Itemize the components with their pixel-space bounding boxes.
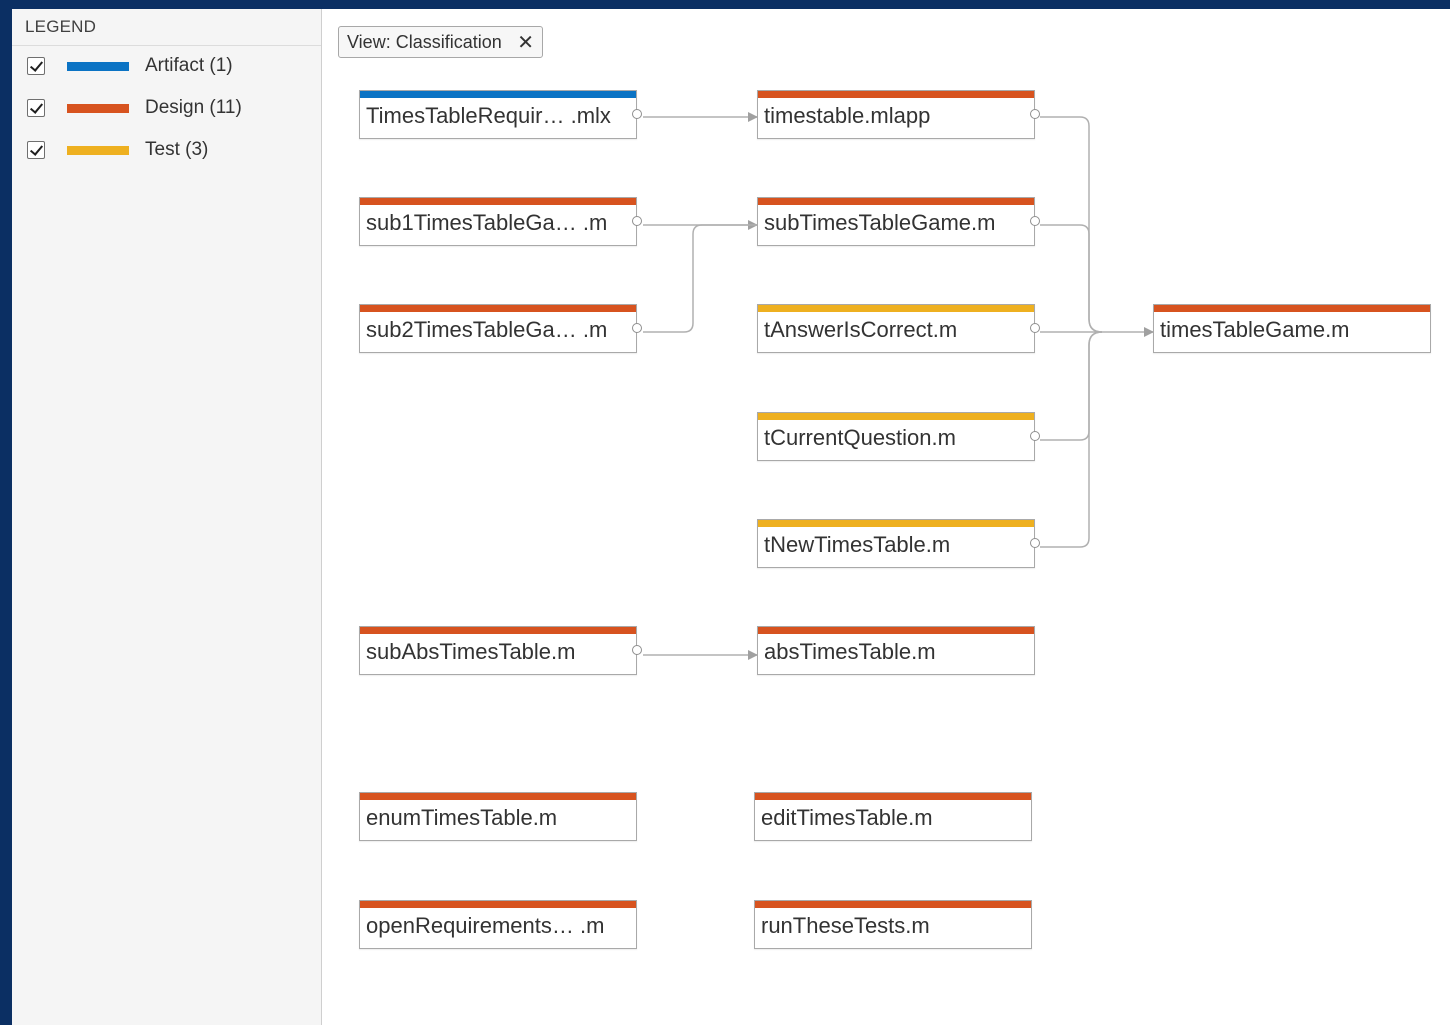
node-label: subTimesTableGame.m — [764, 210, 996, 235]
node-subabstimestable[interactable]: subAbsTimesTable.m — [359, 626, 642, 675]
test-class-bar — [758, 520, 1034, 527]
design-class-bar — [360, 793, 636, 800]
node-sub1timestablegame[interactable]: sub1TimesTableGa… .m — [359, 197, 642, 246]
output-port-icon[interactable] — [1030, 431, 1040, 441]
node-label: TimesTableRequir… .mlx — [366, 103, 611, 128]
output-port-icon[interactable] — [632, 645, 642, 655]
node-abstimestable[interactable]: absTimesTable.m — [757, 626, 1035, 675]
output-port-icon[interactable] — [632, 216, 642, 226]
node-tcurrentquestion[interactable]: tCurrentQuestion.m — [757, 412, 1040, 461]
design-class-bar — [360, 198, 636, 205]
node-runthesetests[interactable]: runTheseTests.m — [754, 900, 1032, 949]
dependency-graph-window: LEGEND Artifact (1) Design (11) Test (3)… — [12, 9, 1450, 1025]
node-label: tAnswerIsCorrect.m — [764, 317, 958, 342]
design-class-bar — [360, 901, 636, 908]
node-sub2timestablegame[interactable]: sub2TimesTableGa… .m — [359, 304, 642, 353]
design-class-bar — [758, 627, 1034, 634]
design-class-bar — [755, 793, 1031, 800]
edge-current-to-game — [1040, 331, 1103, 441]
node-label: editTimesTable.m — [761, 805, 933, 830]
node-label: tCurrentQuestion.m — [764, 425, 956, 450]
node-label: openRequirements… .m — [366, 913, 605, 938]
design-class-bar — [1154, 305, 1430, 312]
node-tnewtimestable[interactable]: tNewTimesTable.m — [757, 519, 1040, 568]
node-label: timestable.mlapp — [764, 103, 931, 128]
output-port-icon[interactable] — [1030, 109, 1040, 119]
node-label: runTheseTests.m — [761, 913, 930, 938]
node-label: sub1TimesTableGa… .m — [366, 210, 608, 235]
node-timestable-mlapp[interactable]: timestable.mlapp — [757, 90, 1040, 139]
artifact-class-bar — [360, 91, 636, 98]
design-class-bar — [758, 198, 1034, 205]
node-label: sub2TimesTableGa… .m — [366, 317, 608, 342]
output-port-icon[interactable] — [1030, 216, 1040, 226]
edge-subgame-to-game — [1040, 224, 1103, 333]
output-port-icon[interactable] — [1030, 323, 1040, 333]
node-enumtimestable[interactable]: enumTimesTable.m — [359, 792, 637, 841]
edge-sub2-to-subgame — [643, 224, 757, 333]
test-class-bar — [758, 305, 1034, 312]
output-port-icon[interactable] — [632, 109, 642, 119]
output-port-icon[interactable] — [632, 323, 642, 333]
node-label: absTimesTable.m — [764, 639, 936, 664]
node-edittimestable[interactable]: editTimesTable.m — [754, 792, 1032, 841]
node-label: enumTimesTable.m — [366, 805, 558, 830]
node-label: subAbsTimesTable.m — [366, 639, 576, 664]
node-openrequirements[interactable]: openRequirements… .m — [359, 900, 637, 949]
node-label: tNewTimesTable.m — [764, 532, 951, 557]
node-timestable-requirements[interactable]: TimesTableRequir… .mlx — [359, 90, 642, 139]
node-tansweriscorrect[interactable]: tAnswerIsCorrect.m — [757, 304, 1040, 353]
test-class-bar — [758, 413, 1034, 420]
graph-edges — [643, 112, 1154, 660]
design-class-bar — [360, 305, 636, 312]
design-class-bar — [360, 627, 636, 634]
node-timestablegame[interactable]: timesTableGame.m — [1153, 304, 1431, 353]
output-port-icon[interactable] — [1030, 538, 1040, 548]
node-subtimestablegame[interactable]: subTimesTableGame.m — [757, 197, 1040, 246]
design-class-bar — [755, 901, 1031, 908]
design-class-bar — [758, 91, 1034, 98]
node-label: timesTableGame.m — [1160, 317, 1350, 342]
